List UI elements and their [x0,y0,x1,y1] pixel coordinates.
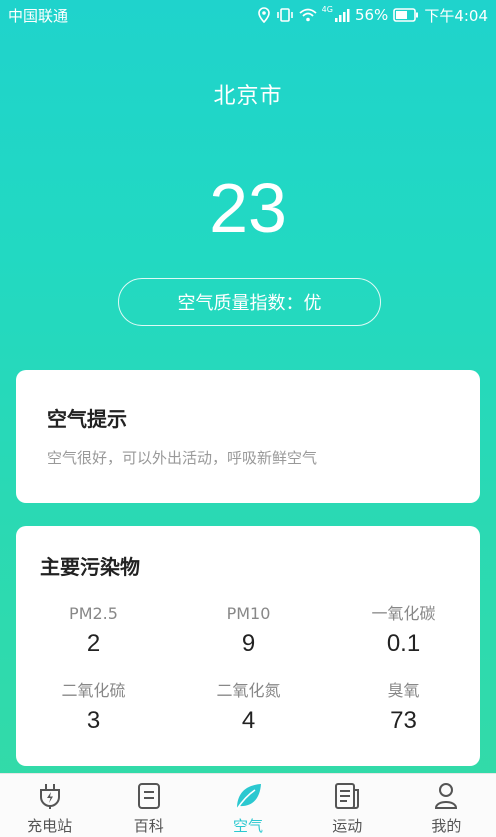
tab-label: 运动 [332,817,363,835]
tab-sports[interactable]: 运动 [298,774,397,837]
vibrate-icon [276,8,293,22]
tab-label: 百科 [133,817,164,835]
tab-label: 我的 [431,817,462,835]
tab-label: 充电站 [27,817,73,835]
pollutant-value: 2 [86,630,101,657]
news-icon [335,783,360,809]
city-name: 北京市 [213,84,283,109]
signal-icon [334,9,350,22]
leaf-icon [236,784,261,810]
pollutant-name: 臭氧 [387,681,420,700]
clock: 下午4:04 [424,6,488,25]
pollutant-name: PM2.5 [69,604,118,623]
status-bar: 中国联通 4G 56% 下午4:04 [0,0,496,30]
pollutant-o3: 臭氧 73 [326,681,481,736]
pollutant-value: 0.1 [386,630,421,657]
battery-percent: 56% [354,6,389,24]
air-tips-card: 空气提示 空气很好，可以外出活动，呼吸新鲜空气 [16,370,480,503]
pollutants-title: 主要污染物 [40,555,140,579]
aqi-level-badge[interactable]: 空气质量指数：优 [118,278,381,326]
pollutant-no2: 二氧化氮 4 [171,681,326,736]
plug-icon [39,784,60,809]
document-icon [137,783,160,809]
pollutant-value: 3 [86,707,101,734]
aqi-value: 23 [209,169,287,247]
pollutant-name: 一氧化碳 [371,604,436,623]
pollutant-name: 二氧化硫 [61,681,126,700]
aqi-level-label: 空气质量指数：优 [177,293,322,314]
pollutant-name: 二氧化氮 [216,681,281,700]
location-icon [257,7,270,23]
pollutant-so2: 二氧化硫 3 [16,681,171,736]
carrier-label: 中国联通 [8,6,69,25]
pollutant-value: 4 [241,707,256,734]
wifi-icon [299,8,317,22]
user-icon [435,783,458,809]
pollutant-pm10: PM10 9 [171,604,326,659]
tab-charging-station[interactable]: 充电站 [0,774,99,837]
pollutant-co: 一氧化碳 0.1 [326,604,481,659]
network-type: 4G [321,4,333,14]
pollutant-value: 73 [390,707,417,734]
pollutant-pm25: PM2.5 2 [16,604,171,659]
pollutant-name: PM10 [226,604,271,623]
tab-air[interactable]: 空气 [198,774,297,837]
pollutants-card: 主要污染物 PM2.5 2 PM10 9 一氧化碳 0.1 二氧化硫 3 二氧化… [16,526,480,766]
air-tips-title: 空气提示 [47,407,127,431]
tab-label: 空气 [233,817,264,835]
bottom-tab-bar: 充电站 百科 空气 运动 我的 [0,773,496,837]
status-icons: 4G 56% 下午4:04 [257,5,488,26]
air-tips-text: 空气很好，可以外出活动，呼吸新鲜空气 [47,449,318,467]
pollutant-value: 9 [241,630,256,657]
tab-mine[interactable]: 我的 [397,774,496,837]
battery-icon [393,8,419,22]
tab-encyclopedia[interactable]: 百科 [99,774,198,837]
